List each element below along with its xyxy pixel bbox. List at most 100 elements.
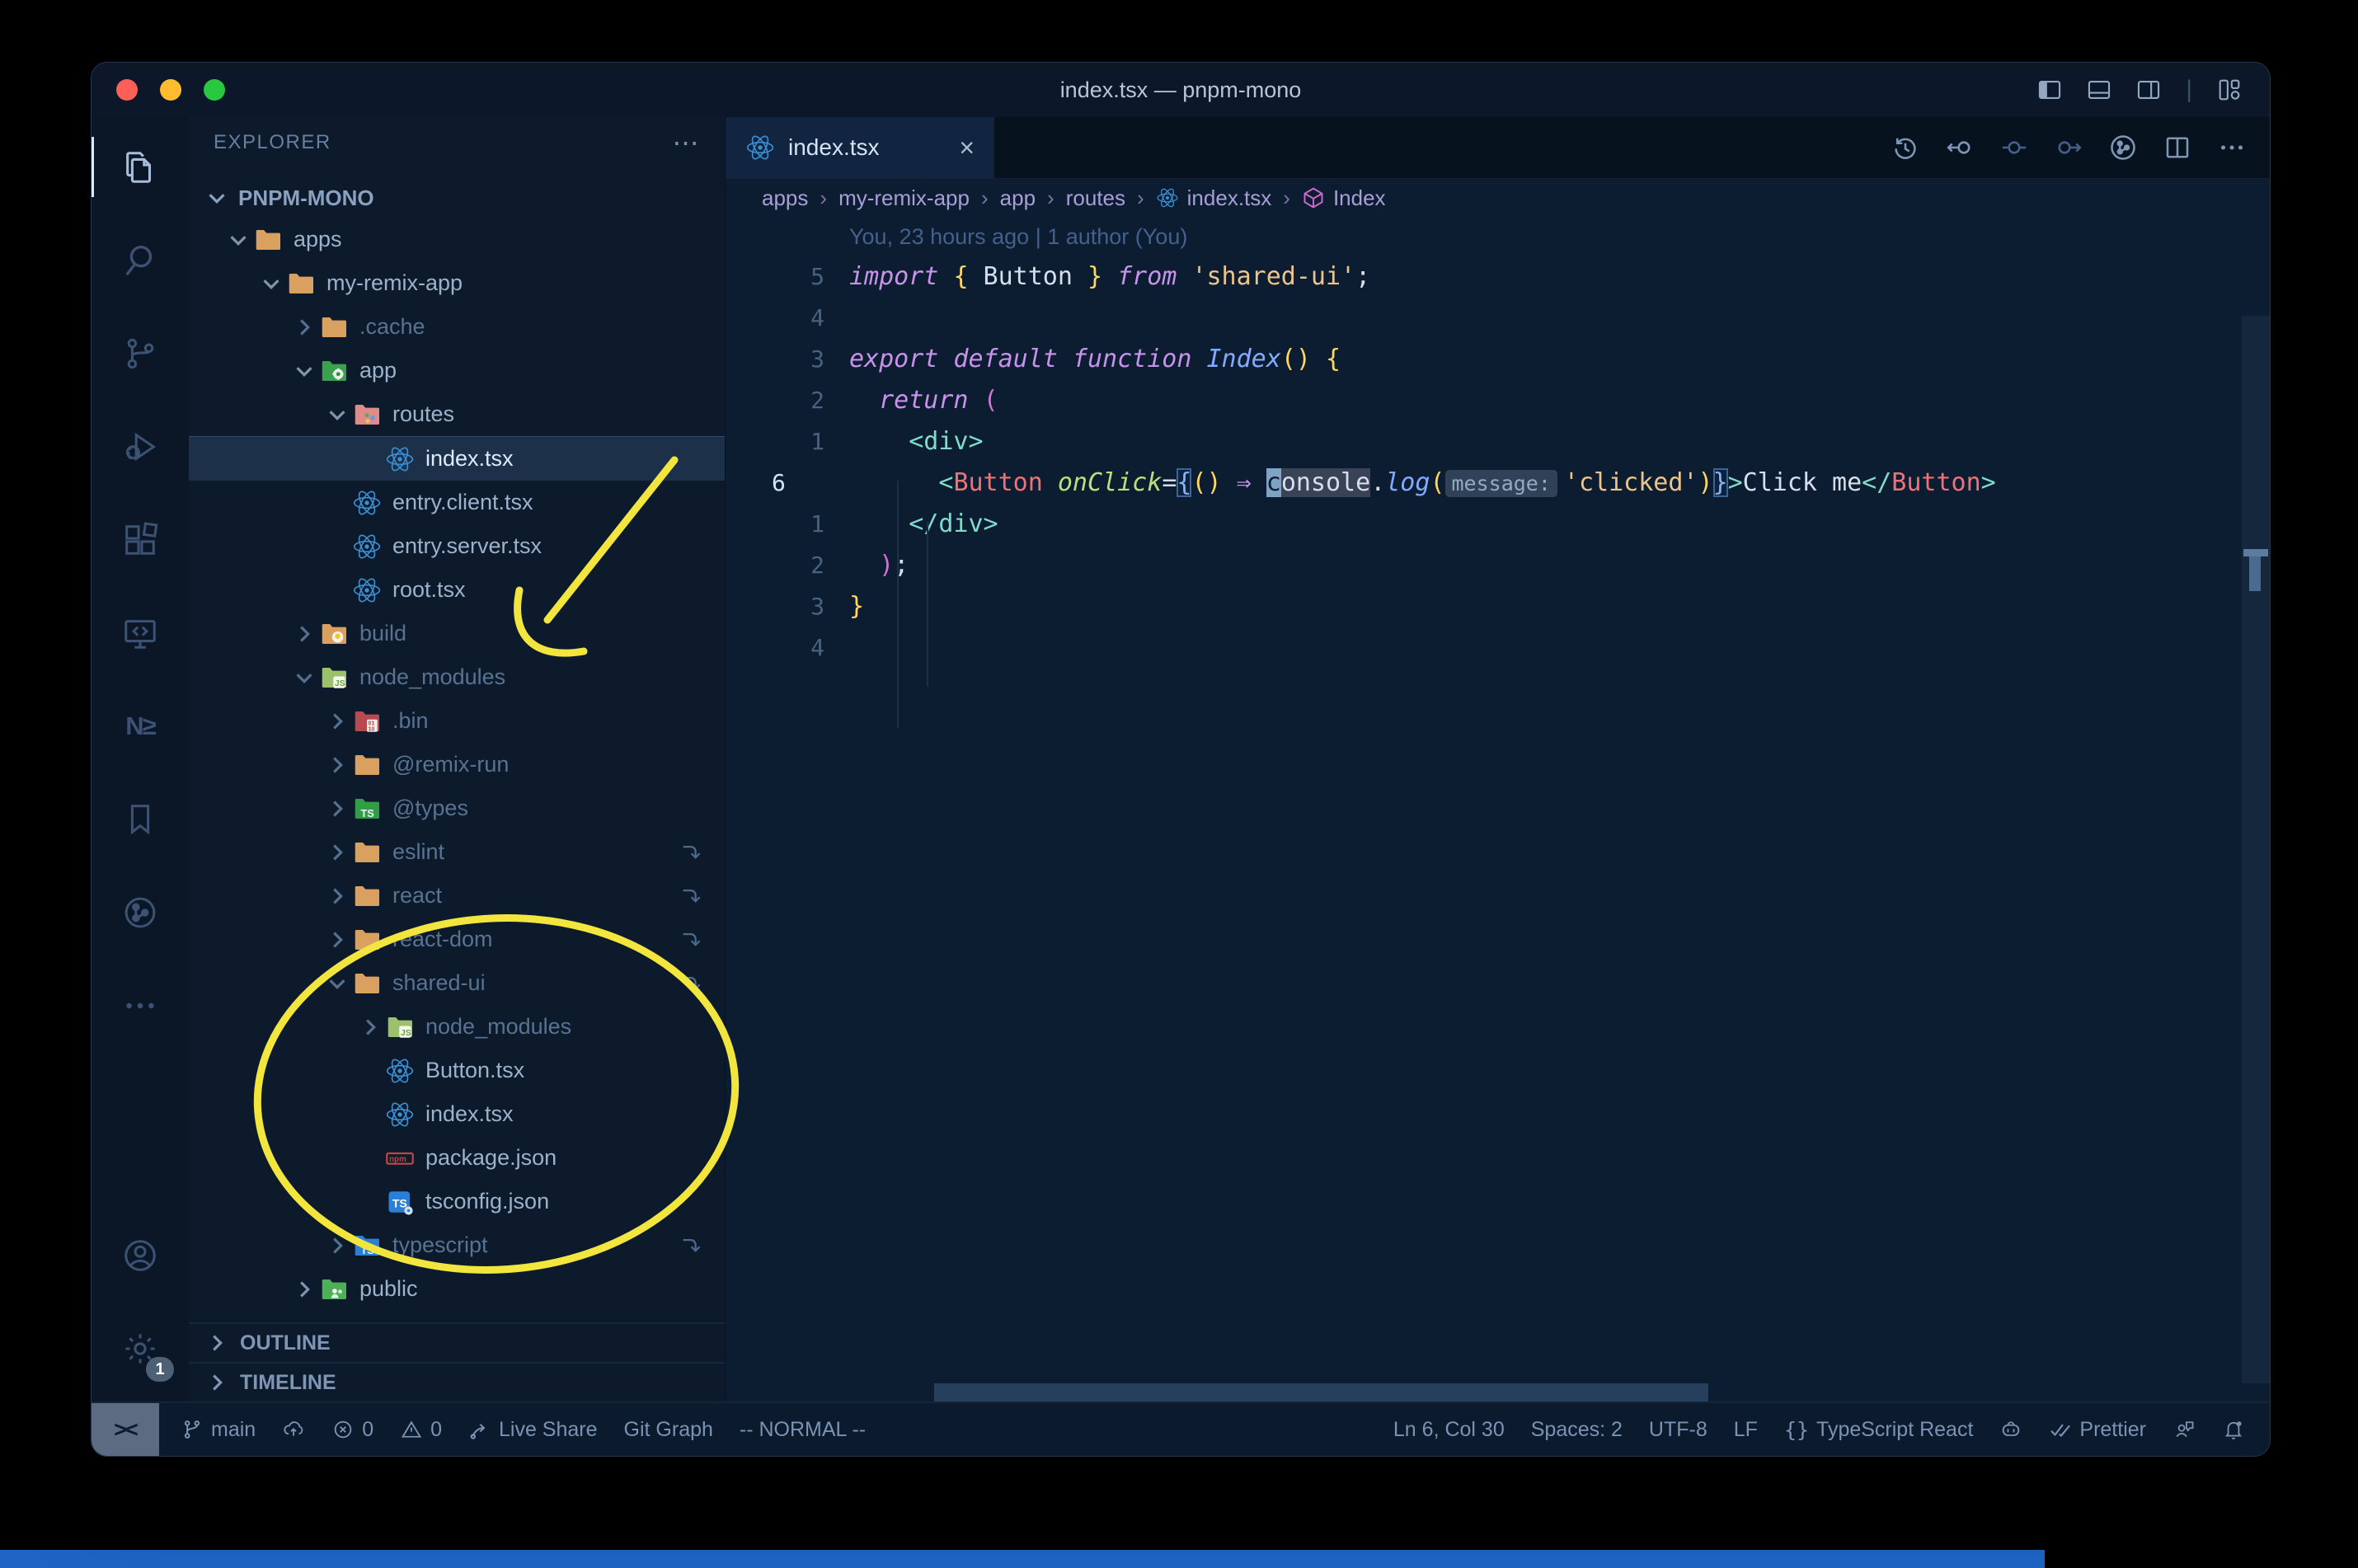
relative-line-number[interactable]: 1 [726,421,849,462]
tree-item-routes[interactable]: routes [189,392,725,436]
relative-line-number[interactable]: 3 [726,586,849,627]
relative-line-number[interactable]: 3 [726,339,849,380]
status-item-ln-6-col-30[interactable]: Ln 6, Col 30 [1393,1418,1505,1442]
code-line[interactable]: 4 [726,298,2270,339]
timeline-history-icon[interactable] [1891,133,1920,162]
tree-item-tsconfig-json[interactable]: TS tsconfig.json [189,1180,725,1223]
code-line[interactable]: 3} [726,586,2270,627]
horizontal-scrollbar[interactable] [934,1383,1708,1401]
layout-sidebar-right-icon[interactable] [2135,76,2163,104]
tree-item-remix-run[interactable]: @remix-run [189,743,725,786]
status-item-main[interactable]: main [181,1418,256,1442]
activity-bar-item-source-control[interactable] [92,307,189,400]
workspace-root-row[interactable]: PNPM-MONO [189,178,725,218]
status-item-lf[interactable]: LF [1734,1418,1758,1442]
layout-panel-icon[interactable] [2085,76,2113,104]
status-item-bell-dot[interactable] [2222,1418,2245,1441]
status-item-0[interactable]: 0 [331,1418,373,1442]
activity-bar-item-extensions[interactable] [92,493,189,586]
zoom-window-button[interactable] [204,79,225,101]
activity-bar-item-remote-explorer[interactable] [92,586,189,679]
gutter-cell[interactable] [726,217,849,256]
breadcrumb-item-index[interactable]: Index [1302,185,1386,211]
layout-customize-icon[interactable] [2215,76,2243,104]
tree-item-types[interactable]: TS @types [189,786,725,830]
code-line[interactable]: 4 [726,627,2270,669]
tree-item-button-tsx[interactable]: Button.tsx [189,1049,725,1092]
breadcrumb-item-apps[interactable]: apps [762,185,808,211]
tree-item-react[interactable]: react [189,874,725,918]
minimap[interactable] [2242,316,2270,1383]
tree-item-cache[interactable]: .cache [189,305,725,349]
section-timeline[interactable]: TIMELINE [189,1362,725,1401]
relative-line-number[interactable]: 2 [726,545,849,586]
code-line[interactable]: 2 return ( [726,380,2270,421]
minimize-window-button[interactable] [160,79,181,101]
code-line[interactable]: 2 ); [726,545,2270,586]
breadcrumb-item-my-remix-app[interactable]: my-remix-app [838,185,970,211]
relative-line-number[interactable]: 1 [726,504,849,545]
close-tab-icon[interactable]: × [959,133,975,163]
activity-bar-item-search[interactable] [92,214,189,307]
tree-item-package-json[interactable]: npm package.json [189,1136,725,1180]
activity-bar-item-settings[interactable]: 1 [92,1302,189,1395]
code-line[interactable]: 3 export default function Index() { [726,339,2270,380]
status-item-feedback[interactable] [2172,1418,2196,1441]
tree-item-eslint[interactable]: eslint [189,830,725,874]
section-outline[interactable]: OUTLINE [189,1322,725,1362]
status-item-prettier[interactable]: Prettier [2049,1418,2146,1442]
relative-line-number[interactable]: 4 [726,298,849,339]
status-item-normal[interactable]: -- NORMAL -- [740,1418,866,1442]
nav-back-icon[interactable] [1945,133,1975,162]
status-item-typescript-react[interactable]: {} TypeScript React [1784,1418,1973,1442]
status-item-utf-8[interactable]: UTF-8 [1649,1418,1707,1442]
activity-bar-item-nx-console[interactable]: N≥ [92,679,189,772]
tree-item-react-dom[interactable]: react-dom [189,918,725,961]
code-line[interactable]: 1 <div> [726,421,2270,462]
status-item-cloud-upload[interactable] [282,1418,305,1441]
status-item-0[interactable]: 0 [400,1418,442,1442]
relative-line-number[interactable]: 5 [726,256,849,298]
status-item-live-share[interactable]: Live Share [468,1418,598,1442]
layout-sidebar-left-icon[interactable] [2036,76,2064,104]
tree-item-my-remix-app[interactable]: my-remix-app [189,261,725,305]
breadcrumb-item-app[interactable]: app [1000,185,1036,211]
tree-item-index-tsx[interactable]: index.tsx [189,436,725,481]
tree-item-bin[interactable]: 01 10 .bin [189,699,725,743]
activity-bar-item-git-graph[interactable] [92,866,189,959]
tree-item-apps[interactable]: apps [189,218,725,261]
close-window-button[interactable] [116,79,138,101]
explorer-more-actions-button[interactable]: ⋯ [673,127,701,158]
git-graph-circle-icon[interactable] [2108,133,2138,162]
code-line[interactable]: 1 </div> [726,504,2270,545]
tree-item-shared-ui[interactable]: shared-ui [189,961,725,1005]
more-actions-icon[interactable] [2217,133,2247,162]
breadcrumb-item-routes[interactable]: routes [1066,185,1125,211]
tree-item-build[interactable]: build [189,612,725,655]
remote-indicator[interactable]: >< [92,1403,159,1456]
split-editor-icon[interactable] [2163,133,2192,162]
tab-index-tsx[interactable]: index.tsx × [726,117,994,178]
activity-bar-item-run-debug[interactable] [92,400,189,493]
tree-item-typescript[interactable]: TS typescript [189,1223,725,1267]
tree-item-public[interactable]: public [189,1267,725,1311]
activity-bar-item-account[interactable] [92,1209,189,1302]
code-editor[interactable]: You, 23 hours ago | 1 author (You) 5 impor… [726,217,2270,1401]
tree-item-entry-client-tsx[interactable]: entry.client.tsx [189,481,725,524]
nav-forward-icon[interactable] [2054,133,2083,162]
tree-item-node-modules[interactable]: JS node_modules [189,1005,725,1049]
activity-bar-item-bookmarks[interactable] [92,772,189,866]
tree-item-root-tsx[interactable]: root.tsx [189,568,725,612]
current-line-number[interactable]: 6 [726,462,849,504]
code-line[interactable]: 6 <Button onClick={() ⇒ console.log(mess… [726,462,2270,504]
tree-item-node-modules[interactable]: JS node_modules [189,655,725,699]
status-item-copilot[interactable] [1999,1418,2022,1441]
breadcrumb-item-index-tsx[interactable]: index.tsx [1156,185,1271,211]
tree-item-app[interactable]: app [189,349,725,392]
relative-line-number[interactable]: 2 [726,380,849,421]
tree-item-entry-server-tsx[interactable]: entry.server.tsx [189,524,725,568]
nav-current-icon[interactable] [1999,133,2029,162]
status-item-git-graph[interactable]: Git Graph [624,1418,713,1442]
relative-line-number[interactable]: 4 [726,627,849,669]
activity-bar-item-more[interactable] [92,959,189,1052]
